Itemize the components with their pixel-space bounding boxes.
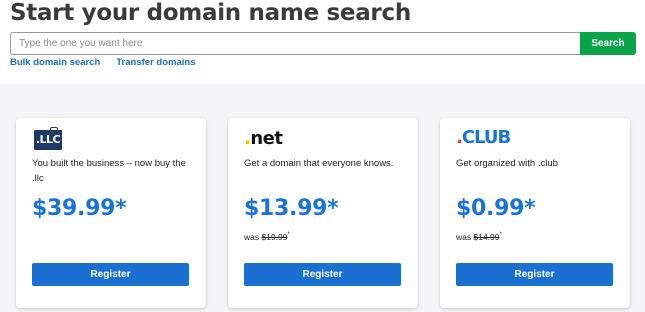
llc-logo: .LLC: [34, 130, 62, 150]
was-label: was: [244, 232, 260, 242]
card-description: You built the business – now buy the .ll…: [32, 158, 186, 184]
card-description: Get a domain that everyone knows.: [244, 158, 394, 169]
domain-card-club: .CLUB Get organized with .club $0.99* wa…: [440, 118, 630, 308]
was-price-marker: *: [499, 232, 502, 239]
search-links: Bulk domain search Transfer domains: [10, 57, 195, 68]
original-price: $14.99: [473, 232, 500, 242]
card-price: $13.99*: [244, 196, 339, 221]
net-logo: .net: [244, 128, 283, 149]
search-button[interactable]: Search: [580, 32, 636, 55]
page-title: Start your domain name search: [10, 0, 411, 26]
club-logo: .CLUB: [456, 127, 511, 148]
was-price-marker: *: [287, 232, 290, 239]
register-button-club[interactable]: Register: [456, 263, 613, 286]
original-price: $19.99: [261, 232, 288, 242]
register-button-llc[interactable]: Register: [32, 263, 189, 286]
card-description: Get organized with .club: [456, 158, 558, 169]
card-price: $39.99*: [32, 196, 127, 221]
transfer-domains-link[interactable]: Transfer domains: [116, 57, 195, 68]
search-header-section: Start your domain name search Search Bul…: [0, 0, 645, 84]
card-price: $0.99*: [456, 196, 536, 221]
register-button-net[interactable]: Register: [244, 263, 401, 286]
was-label: was: [456, 232, 472, 242]
domain-card-net: .net Get a domain that everyone knows. $…: [228, 118, 418, 308]
search-bar: Search: [10, 32, 636, 55]
was-price: was $19.99*: [244, 232, 290, 242]
search-input[interactable]: [10, 32, 580, 55]
domain-card-llc: .LLC You built the business – now buy th…: [16, 118, 206, 308]
bulk-domain-search-link[interactable]: Bulk domain search: [10, 57, 100, 68]
was-price: was $14.99*: [456, 232, 502, 242]
